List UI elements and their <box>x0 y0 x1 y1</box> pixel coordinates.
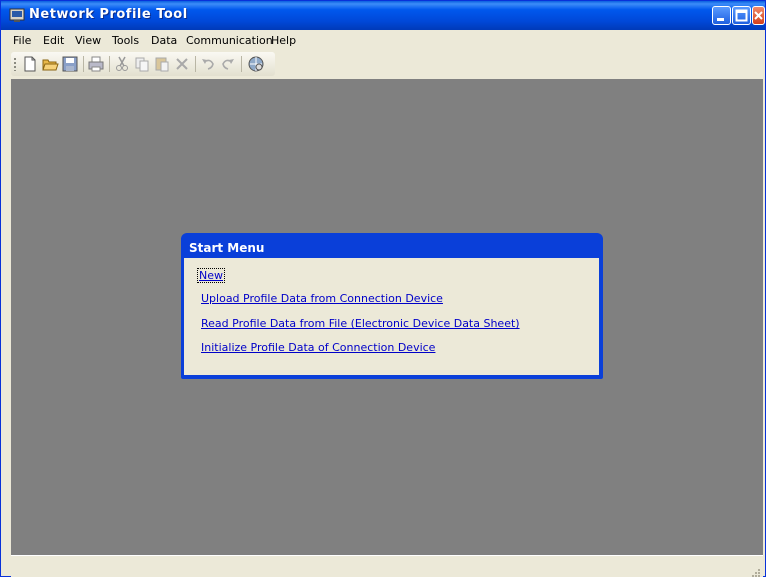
menu-edit[interactable]: Edit <box>43 34 64 47</box>
toolbar-separator <box>83 56 84 72</box>
save-icon[interactable] <box>61 55 79 73</box>
open-icon[interactable] <box>41 55 59 73</box>
menu-data[interactable]: Data <box>151 34 177 47</box>
menu-communication[interactable]: Communication <box>186 34 273 47</box>
initialize-profile-link[interactable]: Initialize Profile Data of Connection De… <box>201 341 435 354</box>
window-title: Network Profile Tool <box>29 7 188 22</box>
app-icon[interactable] <box>9 7 25 23</box>
minimize-button[interactable] <box>712 6 731 25</box>
upload-profile-link[interactable]: Upload Profile Data from Connection Devi… <box>201 292 443 305</box>
copy-icon[interactable] <box>133 55 151 73</box>
toolbar-separator <box>241 56 242 72</box>
resize-grip-icon[interactable] <box>749 563 761 577</box>
menu-tools[interactable]: Tools <box>112 34 139 47</box>
new-icon[interactable] <box>21 55 39 73</box>
start-menu-dialog: Start Menu New Upload Profile Data from … <box>181 233 603 379</box>
read-profile-link[interactable]: Read Profile Data from File (Electronic … <box>201 317 520 330</box>
cut-icon[interactable] <box>113 55 131 73</box>
title-bar[interactable]: Network Profile Tool <box>1 1 765 30</box>
start-menu-title: Start Menu <box>189 241 265 255</box>
menu-help[interactable]: Help <box>271 34 296 47</box>
start-menu-body: New Upload Profile Data from Connection … <box>184 258 599 375</box>
print-icon[interactable] <box>87 55 105 73</box>
menu-file[interactable]: File <box>13 34 31 47</box>
application-window: Network Profile Tool File Edit View Tool… <box>0 0 766 577</box>
undo-icon[interactable] <box>199 55 217 73</box>
redo-icon[interactable] <box>219 55 237 73</box>
toolbar-separator <box>195 56 196 72</box>
maximize-button[interactable] <box>732 6 751 25</box>
status-bar <box>11 555 763 577</box>
toolbar-grip[interactable] <box>14 58 16 71</box>
close-button[interactable] <box>752 6 765 25</box>
menu-bar: File Edit View Tools Data Communication … <box>1 30 765 51</box>
toolbar-separator <box>109 56 110 72</box>
toolbar <box>11 52 275 76</box>
delete-icon[interactable] <box>173 55 191 73</box>
new-link[interactable]: New <box>197 268 225 283</box>
menu-view[interactable]: View <box>75 34 101 47</box>
paste-icon[interactable] <box>153 55 171 73</box>
network-icon[interactable] <box>247 55 265 73</box>
